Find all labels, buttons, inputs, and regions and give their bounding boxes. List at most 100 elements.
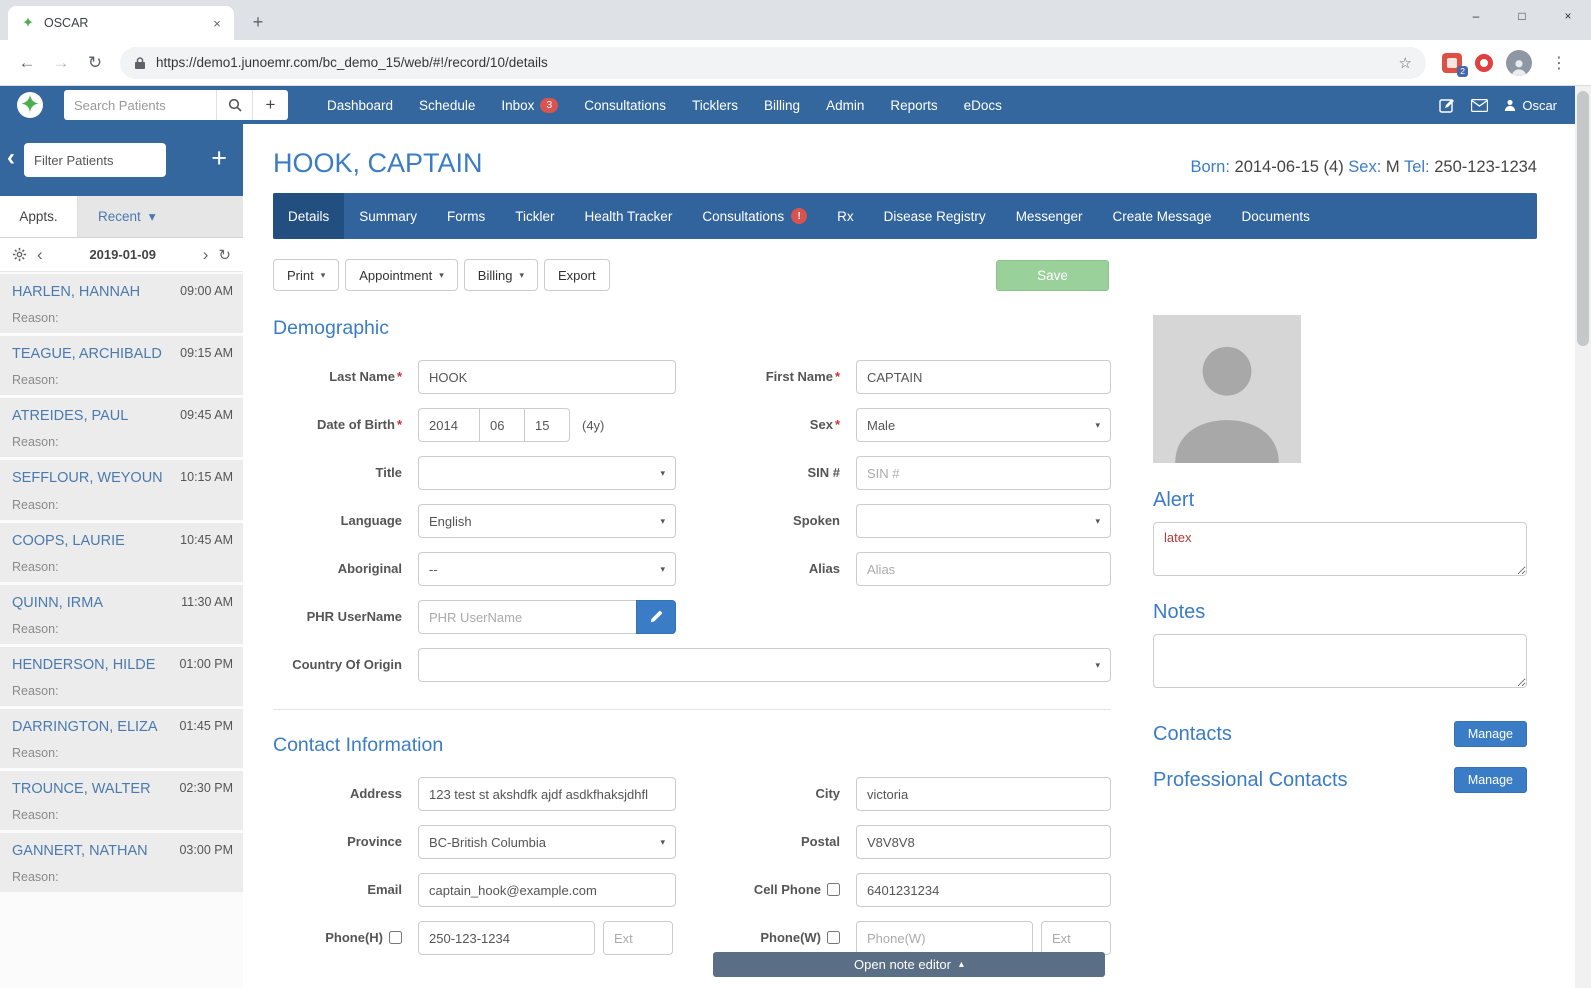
forward-button[interactable]: → [46,48,76,78]
browser-menu-icon[interactable]: ⋮ [1545,53,1573,73]
appointment-name[interactable]: DARRINGTON, ELIZA [12,718,179,737]
print-button[interactable]: Print ▾ [273,259,340,291]
appointment-name[interactable]: COOPS, LAURIE [12,532,180,551]
phone-home-checkbox[interactable] [389,930,402,944]
tab-recent[interactable]: Recent ▾ [78,196,176,237]
prev-day-button[interactable]: ‹ [37,246,43,263]
appointment-name[interactable]: HENDERSON, HILDE [12,656,179,675]
dob-month-input[interactable] [479,408,525,442]
city-input[interactable] [856,777,1111,811]
refresh-appointments-icon[interactable]: ↻ [218,246,231,264]
save-button[interactable]: Save [996,259,1109,291]
record-tab-disease-registry[interactable]: Disease Registry [869,193,1001,239]
appointment-item[interactable]: DARRINGTON, ELIZA 01:45 PM Reason: [0,708,243,768]
phr-username-input[interactable] [418,600,637,634]
nav-item-schedule[interactable]: Schedule [406,86,488,124]
schedule-settings-gear-icon[interactable] [12,247,27,262]
appointment-name[interactable]: GANNERT, NATHAN [12,842,179,861]
appointment-item[interactable]: TROUNCE, WALTER 02:30 PM Reason: [0,771,243,831]
aboriginal-select[interactable]: -- ▾ [418,552,676,586]
next-day-button[interactable]: › [203,246,209,263]
window-maximize-button[interactable]: □ [1499,0,1545,32]
nav-item-dashboard[interactable]: Dashboard [314,86,406,124]
phone-home-input[interactable] [418,921,595,955]
adblock-extension-icon[interactable] [1475,53,1493,72]
record-tab-consultations[interactable]: Consultations! [687,193,822,239]
sidebar-add-button[interactable]: + [211,143,243,178]
language-select[interactable]: English ▾ [418,504,676,538]
page-scrollbar[interactable] [1575,86,1591,988]
appointment-item[interactable]: TEAGUE, ARCHIBALD 09:15 AM Reason: [0,336,243,396]
open-note-editor-button[interactable]: Open note editor ▴ [713,952,1105,977]
appointment-name[interactable]: TROUNCE, WALTER [12,780,179,799]
page-refresh-button[interactable]: ↻ [80,48,110,78]
nav-item-admin[interactable]: Admin [813,86,877,124]
nav-item-consultations[interactable]: Consultations [571,86,679,124]
bookmark-star-icon[interactable]: ☆ [1399,54,1412,72]
phone-work-input[interactable] [856,921,1033,955]
record-tab-rx[interactable]: Rx [822,193,869,239]
appointment-item[interactable]: COOPS, LAURIE 10:45 AM Reason: [0,522,243,582]
appointment-item[interactable]: SEFFLOUR, WEYOUN 10:15 AM Reason: [0,460,243,520]
nav-item-billing[interactable]: Billing [751,86,813,124]
schedule-date[interactable]: 2019-01-09 [53,247,193,262]
first-name-input[interactable] [856,360,1111,394]
appointment-name[interactable]: QUINN, IRMA [12,594,181,613]
record-tab-documents[interactable]: Documents [1227,193,1325,239]
province-select[interactable]: BC-British Columbia ▾ [418,825,676,859]
add-patient-button[interactable]: + [252,90,288,120]
notes-textarea[interactable] [1153,634,1527,688]
compose-edit-icon[interactable] [1439,97,1455,113]
profile-avatar[interactable] [1506,49,1532,76]
appointment-item[interactable]: HARLEN, HANNAH 09:00 AM Reason: [0,274,243,334]
browser-tab[interactable]: OSCAR × [8,6,234,40]
record-tab-tickler[interactable]: Tickler [500,193,569,239]
appointment-item[interactable]: GANNERT, NATHAN 03:00 PM Reason: [0,833,243,893]
appointment-name[interactable]: SEFFLOUR, WEYOUN [12,469,180,488]
dob-day-input[interactable] [524,408,570,442]
appointment-name[interactable]: HARLEN, HANNAH [12,283,180,302]
email-input[interactable] [418,873,676,907]
alias-input[interactable] [856,552,1111,586]
mail-icon[interactable] [1471,98,1489,112]
window-close-button[interactable]: × [1545,0,1591,32]
appointment-item[interactable]: ATREIDES, PAUL 09:45 AM Reason: [0,398,243,458]
address-input[interactable] [418,777,676,811]
nav-item-reports[interactable]: Reports [877,86,950,124]
last-name-input[interactable] [418,360,676,394]
nav-item-ticklers[interactable]: Ticklers [679,86,751,124]
cell-phone-checkbox[interactable] [827,882,840,896]
phone-home-ext-input[interactable] [603,921,673,955]
appointment-item[interactable]: HENDERSON, HILDE 01:00 PM Reason: [0,646,243,706]
record-tab-health-tracker[interactable]: Health Tracker [570,193,688,239]
appointment-name[interactable]: ATREIDES, PAUL [12,407,180,426]
appointment-item[interactable]: QUINN, IRMA 11:30 AM Reason: [0,584,243,644]
sidebar-collapse-icon[interactable]: ‹ [0,144,24,176]
appointment-button[interactable]: Appointment ▾ [345,259,458,291]
tab-close-icon[interactable]: × [208,14,226,32]
dob-year-input[interactable] [418,408,480,442]
contacts-manage-button[interactable]: Manage [1453,721,1527,747]
record-tab-details[interactable]: Details [273,193,345,239]
record-tab-create-message[interactable]: Create Message [1097,193,1226,239]
professional-contacts-manage-button[interactable]: Manage [1453,767,1527,793]
phone-work-ext-input[interactable] [1041,921,1111,955]
sin-input[interactable] [856,456,1111,490]
nav-item-inbox[interactable]: Inbox 3 [488,86,571,124]
extension-icon[interactable]: 2 [1442,52,1468,77]
alert-textarea[interactable]: latex [1153,522,1527,576]
tab-appointments[interactable]: Appts. [0,196,78,237]
record-tab-summary[interactable]: Summary [344,193,432,239]
billing-button[interactable]: Billing ▾ [463,259,539,291]
user-menu[interactable]: Oscar [1504,98,1557,113]
spoken-select[interactable]: ▾ [856,504,1111,538]
record-tab-messenger[interactable]: Messenger [1001,193,1098,239]
new-tab-button[interactable]: + [244,8,272,36]
scrollbar-thumb[interactable] [1577,91,1589,346]
country-of-origin-select[interactable]: ▾ [418,648,1111,682]
sex-select[interactable]: Male ▾ [856,408,1111,442]
export-button[interactable]: Export [544,259,610,291]
url-bar[interactable]: https://demo1.junoemr.com/bc_demo_15/web… [120,46,1426,79]
window-minimize-button[interactable]: – [1453,0,1499,32]
record-tab-forms[interactable]: Forms [432,193,500,239]
